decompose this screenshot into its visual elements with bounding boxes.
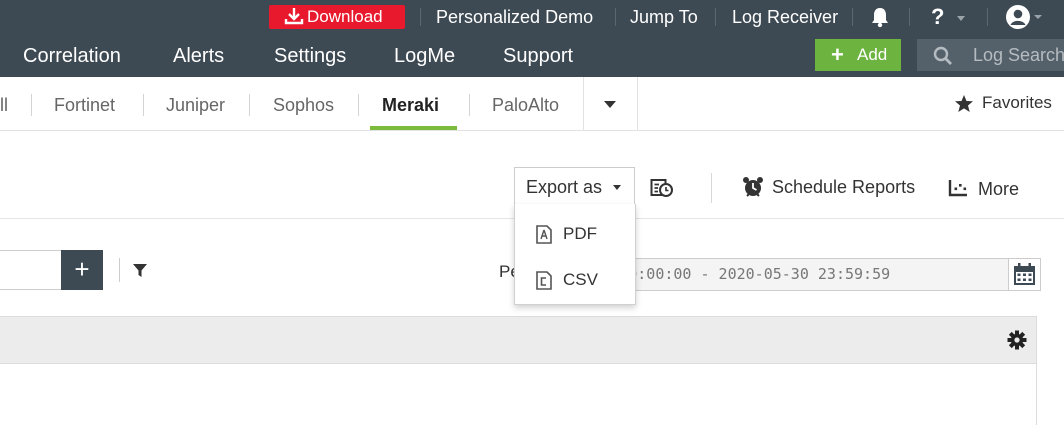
plus-icon: + bbox=[74, 254, 90, 284]
download-label: Download bbox=[307, 7, 383, 26]
calendar-button[interactable] bbox=[1008, 258, 1041, 291]
csv-file-icon bbox=[536, 271, 552, 290]
star-icon bbox=[955, 95, 973, 112]
more-tabs-dropdown[interactable] bbox=[583, 77, 638, 131]
filter-divider bbox=[119, 258, 120, 282]
personalized-demo-link[interactable]: Personalized Demo bbox=[436, 0, 593, 34]
filter-input[interactable] bbox=[0, 250, 62, 290]
caret-down-icon bbox=[613, 185, 621, 190]
csv-label: CSV bbox=[563, 270, 598, 289]
schedule-reports-button[interactable]: Schedule Reports bbox=[742, 175, 915, 199]
tab-fortinet[interactable]: Fortinet bbox=[54, 77, 115, 131]
nav-item-logme[interactable]: LogMe bbox=[394, 34, 455, 77]
filter-funnel-icon[interactable] bbox=[132, 263, 148, 283]
toolbar-divider bbox=[711, 173, 712, 203]
tab-divider bbox=[469, 94, 470, 116]
tab-previous[interactable]: ll bbox=[0, 77, 8, 131]
user-menu-button[interactable] bbox=[1005, 4, 1045, 35]
favorites-label: Favorites bbox=[982, 93, 1052, 112]
top-divider bbox=[852, 8, 853, 26]
notifications-bell-icon[interactable] bbox=[869, 6, 891, 33]
export-as-button[interactable]: Export as bbox=[514, 167, 635, 207]
add-button[interactable]: + Add bbox=[815, 39, 901, 71]
chevron-down-icon bbox=[956, 15, 965, 21]
nav-item-settings[interactable]: Settings bbox=[274, 34, 346, 77]
top-divider bbox=[615, 8, 616, 26]
more-label: More bbox=[978, 179, 1020, 199]
calendar-icon bbox=[1014, 263, 1035, 285]
nav-item-correlation[interactable]: Correlation bbox=[23, 34, 121, 77]
tab-sophos[interactable]: Sophos bbox=[273, 77, 334, 131]
grid-header bbox=[0, 316, 1036, 364]
search-placeholder: Log Search bbox=[973, 45, 1064, 65]
nav-item-support[interactable]: Support bbox=[503, 34, 573, 77]
device-tabs: ll Fortinet Juniper Sophos Meraki PaloAl… bbox=[0, 77, 1064, 131]
add-label: Add bbox=[857, 45, 888, 64]
grid-right-border bbox=[1036, 316, 1037, 425]
scheduled-history-icon[interactable] bbox=[650, 178, 674, 203]
tab-divider bbox=[143, 94, 144, 116]
add-filter-button[interactable]: + bbox=[61, 250, 103, 290]
plus-icon: + bbox=[831, 42, 844, 67]
caret-down-icon bbox=[604, 101, 616, 108]
page: Download Personalized Demo Jump To Log R… bbox=[0, 0, 1064, 425]
tab-juniper[interactable]: Juniper bbox=[166, 77, 225, 131]
top-bar: Download Personalized Demo Jump To Log R… bbox=[0, 0, 1064, 34]
alarm-clock-icon bbox=[743, 177, 763, 197]
top-divider bbox=[420, 8, 421, 26]
top-divider bbox=[909, 8, 910, 26]
top-divider bbox=[715, 8, 716, 26]
export-csv-option[interactable]: CSV bbox=[515, 260, 635, 300]
download-button[interactable]: Download bbox=[269, 5, 405, 29]
top-divider bbox=[987, 8, 988, 26]
tab-paloalto[interactable]: PaloAlto bbox=[492, 77, 559, 131]
gear-icon[interactable] bbox=[1006, 329, 1028, 356]
pdf-file-icon bbox=[536, 225, 552, 244]
export-pdf-option[interactable]: PDF bbox=[515, 214, 635, 254]
tab-meraki[interactable]: Meraki bbox=[382, 77, 439, 131]
help-icon: ? bbox=[931, 4, 945, 29]
download-icon bbox=[284, 8, 304, 25]
more-icon bbox=[948, 180, 967, 197]
jump-to-link[interactable]: Jump To bbox=[630, 0, 698, 34]
nav-item-alerts[interactable]: Alerts bbox=[173, 34, 224, 77]
log-receiver-link[interactable]: Log Receiver bbox=[732, 0, 838, 34]
more-button[interactable]: More bbox=[948, 177, 1019, 201]
search-icon bbox=[933, 46, 952, 65]
main-nav: Correlation Alerts Settings LogMe Suppor… bbox=[0, 34, 1064, 77]
schedule-reports-label: Schedule Reports bbox=[772, 177, 916, 197]
help-button[interactable]: ? bbox=[931, 0, 965, 34]
pdf-label: PDF bbox=[563, 224, 597, 243]
log-search-input[interactable]: Log Search bbox=[917, 39, 1064, 71]
active-tab-indicator bbox=[370, 126, 457, 130]
export-menu: PDF CSV bbox=[514, 204, 636, 305]
avatar-icon bbox=[1006, 5, 1042, 29]
favorites-button[interactable]: Favorites bbox=[954, 77, 1052, 131]
tab-divider bbox=[249, 94, 250, 116]
tab-divider bbox=[358, 94, 359, 116]
export-as-label: Export as bbox=[526, 177, 603, 197]
tab-divider bbox=[31, 94, 32, 116]
